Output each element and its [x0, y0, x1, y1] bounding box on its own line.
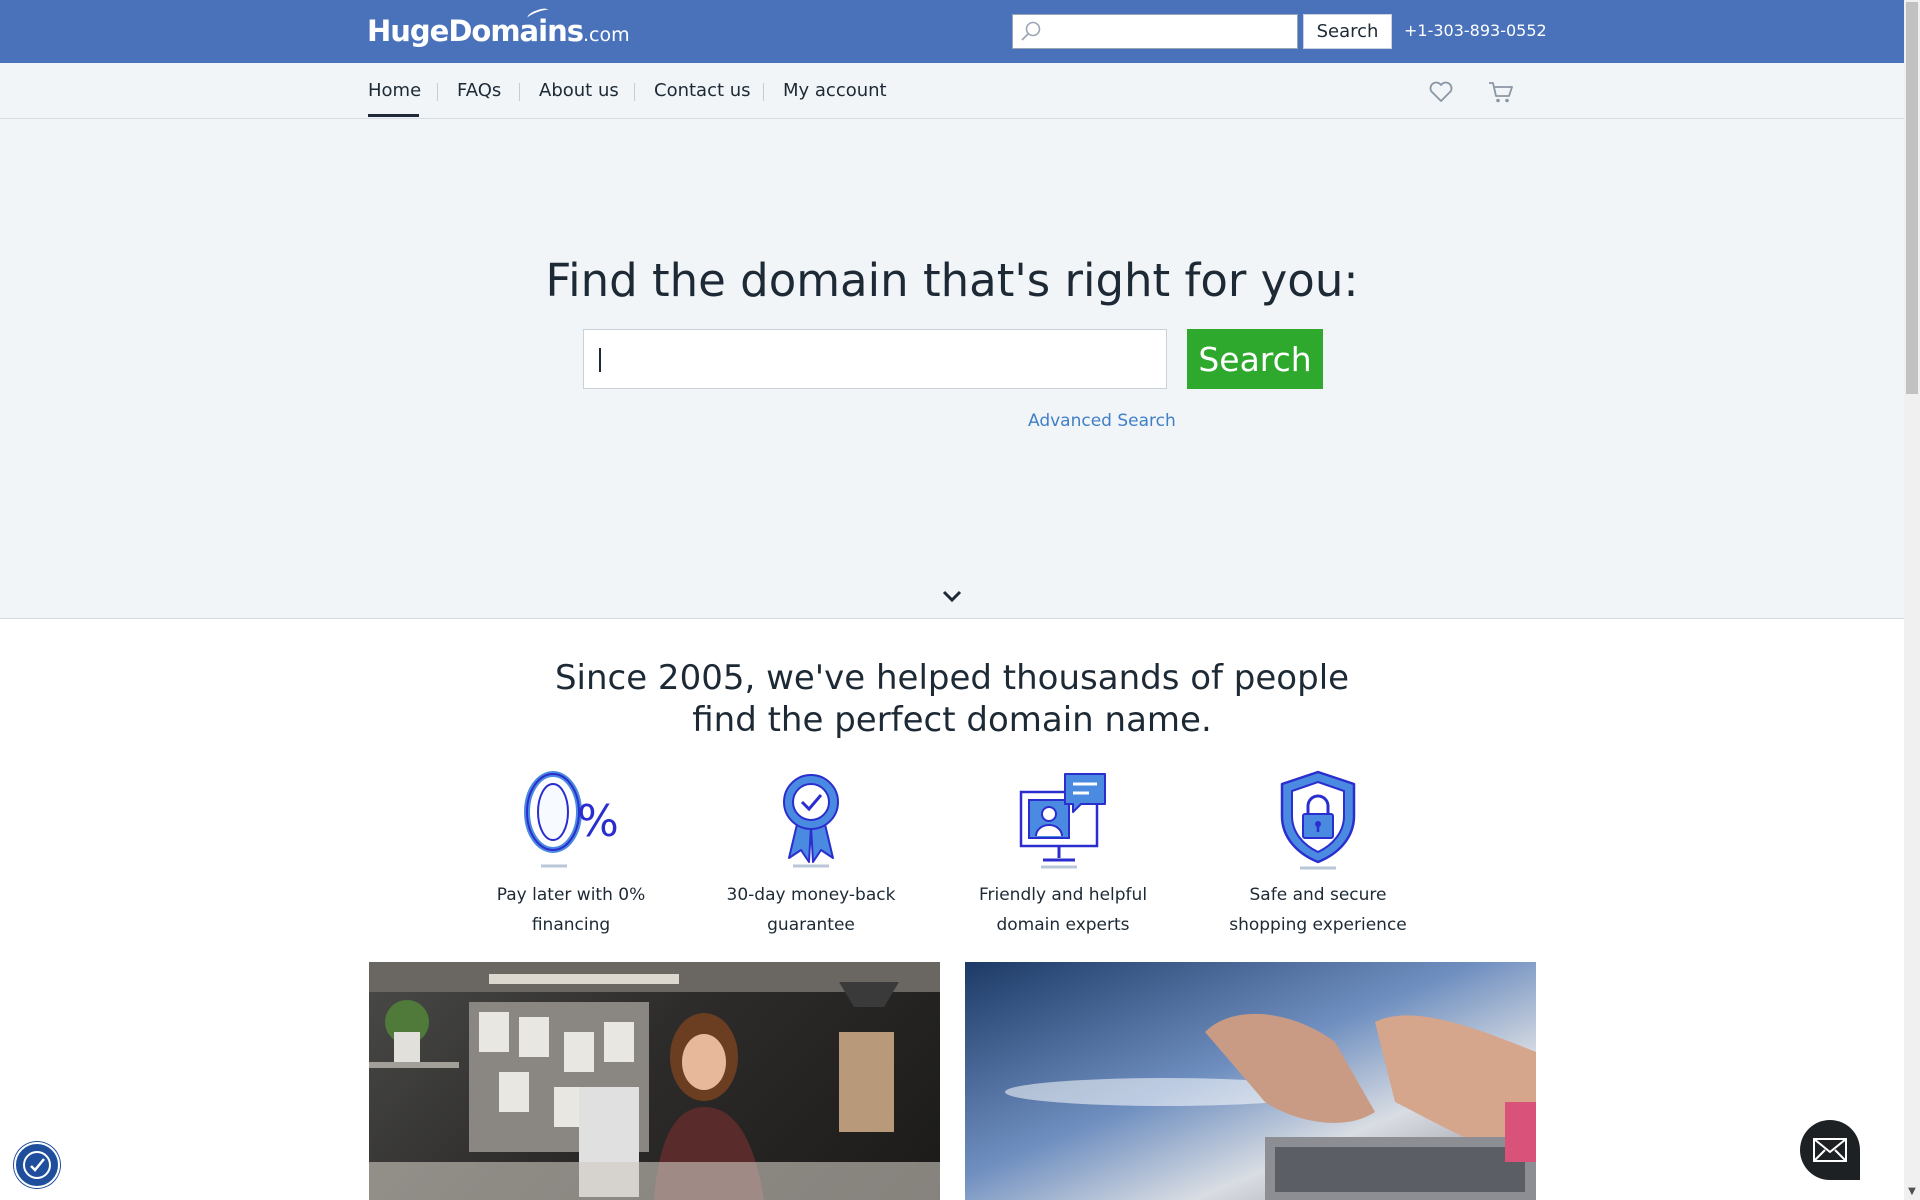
heart-icon[interactable] — [1428, 79, 1454, 105]
nav-divider — [437, 83, 438, 101]
feature-financing: % Pay later with 0% financing — [451, 770, 691, 935]
award-ribbon-icon — [783, 774, 839, 868]
header-search-input[interactable] — [1012, 14, 1298, 49]
chat-button[interactable] — [1800, 1120, 1860, 1180]
search-icon — [1021, 21, 1041, 41]
nav-item-faqs[interactable]: FAQs — [457, 80, 501, 101]
advanced-search-link[interactable]: Advanced Search — [1028, 411, 1176, 431]
envelope-icon — [1813, 1138, 1847, 1162]
scroll-down-arrow[interactable]: ▼ — [1906, 1186, 1918, 1198]
domain-search-input[interactable] — [583, 329, 1167, 389]
feature-line-1: 30-day money-back — [726, 885, 896, 905]
since-line-1: Since 2005, we've helped thousands of pe… — [554, 658, 1350, 698]
feature-line-2: domain experts — [996, 915, 1130, 935]
text-caret — [599, 348, 601, 372]
nav-divider — [763, 83, 764, 101]
domain-search-button[interactable]: Search — [1187, 329, 1323, 389]
feature-text: 30-day money-back guarantee — [691, 880, 931, 940]
shield-lock-icon — [1280, 770, 1356, 870]
feature-experts: Friendly and helpful domain experts — [943, 770, 1183, 935]
nav-active-indicator — [368, 114, 419, 117]
feature-text: Pay later with 0% financing — [451, 880, 691, 940]
nav-divider — [519, 83, 520, 101]
site-logo[interactable]: HugeDomains.com — [367, 6, 630, 48]
photo-woman-at-desk — [369, 962, 940, 1200]
since-line-2: find the perfect domain name. — [692, 700, 1212, 740]
accessibility-icon — [23, 1151, 51, 1179]
feature-security: Safe and secure shopping experience — [1198, 770, 1438, 935]
hero-title: Find the domain that's right for you: — [545, 254, 1359, 307]
svg-text:%: % — [577, 796, 619, 847]
feature-line-1: Pay later with 0% — [496, 885, 646, 905]
photo-hands-on-laptop — [965, 962, 1536, 1200]
logo-suffix: .com — [582, 24, 630, 46]
since-heading: Since 2005, we've helped thousands of pe… — [0, 657, 1904, 741]
feature-text: Friendly and helpful domain experts — [943, 880, 1183, 940]
header-search-button[interactable]: Search — [1303, 14, 1392, 49]
nav-divider — [634, 83, 635, 101]
page-scrollbar-thumb[interactable] — [1906, 2, 1918, 394]
feature-line-2: guarantee — [767, 915, 855, 935]
zero-percent-icon: % — [524, 771, 619, 868]
feature-line-2: shopping experience — [1229, 915, 1407, 935]
feature-line-1: Safe and secure — [1249, 885, 1387, 905]
chevron-down-icon[interactable] — [941, 589, 963, 603]
main-nav: Home FAQs About us Contact us My account — [0, 63, 1904, 119]
feature-guarantee: 30-day money-back guarantee — [691, 770, 931, 935]
office-photo-illustration — [369, 962, 940, 1200]
expert-monitor-icon — [1019, 773, 1106, 869]
phone-number[interactable]: +1-303-893-0552 — [1404, 21, 1547, 40]
nav-item-contact[interactable]: Contact us — [654, 80, 751, 101]
nav-item-home[interactable]: Home — [368, 80, 421, 101]
feature-text: Safe and secure shopping experience — [1198, 880, 1438, 940]
accessibility-button[interactable] — [14, 1142, 60, 1188]
feature-line-2: financing — [531, 915, 611, 935]
nav-item-account[interactable]: My account — [783, 80, 887, 101]
hero-section: Find the domain that's right for you: Se… — [0, 119, 1904, 619]
nav-item-about[interactable]: About us — [539, 80, 619, 101]
cart-icon[interactable] — [1488, 79, 1514, 105]
top-header-bar: HugeDomains.com Search +1-303-893-0552 — [0, 0, 1904, 63]
feature-line-1: Friendly and helpful — [978, 885, 1148, 905]
logo-text: HugeDomains — [367, 14, 584, 48]
laptop-photo-illustration — [965, 962, 1536, 1200]
